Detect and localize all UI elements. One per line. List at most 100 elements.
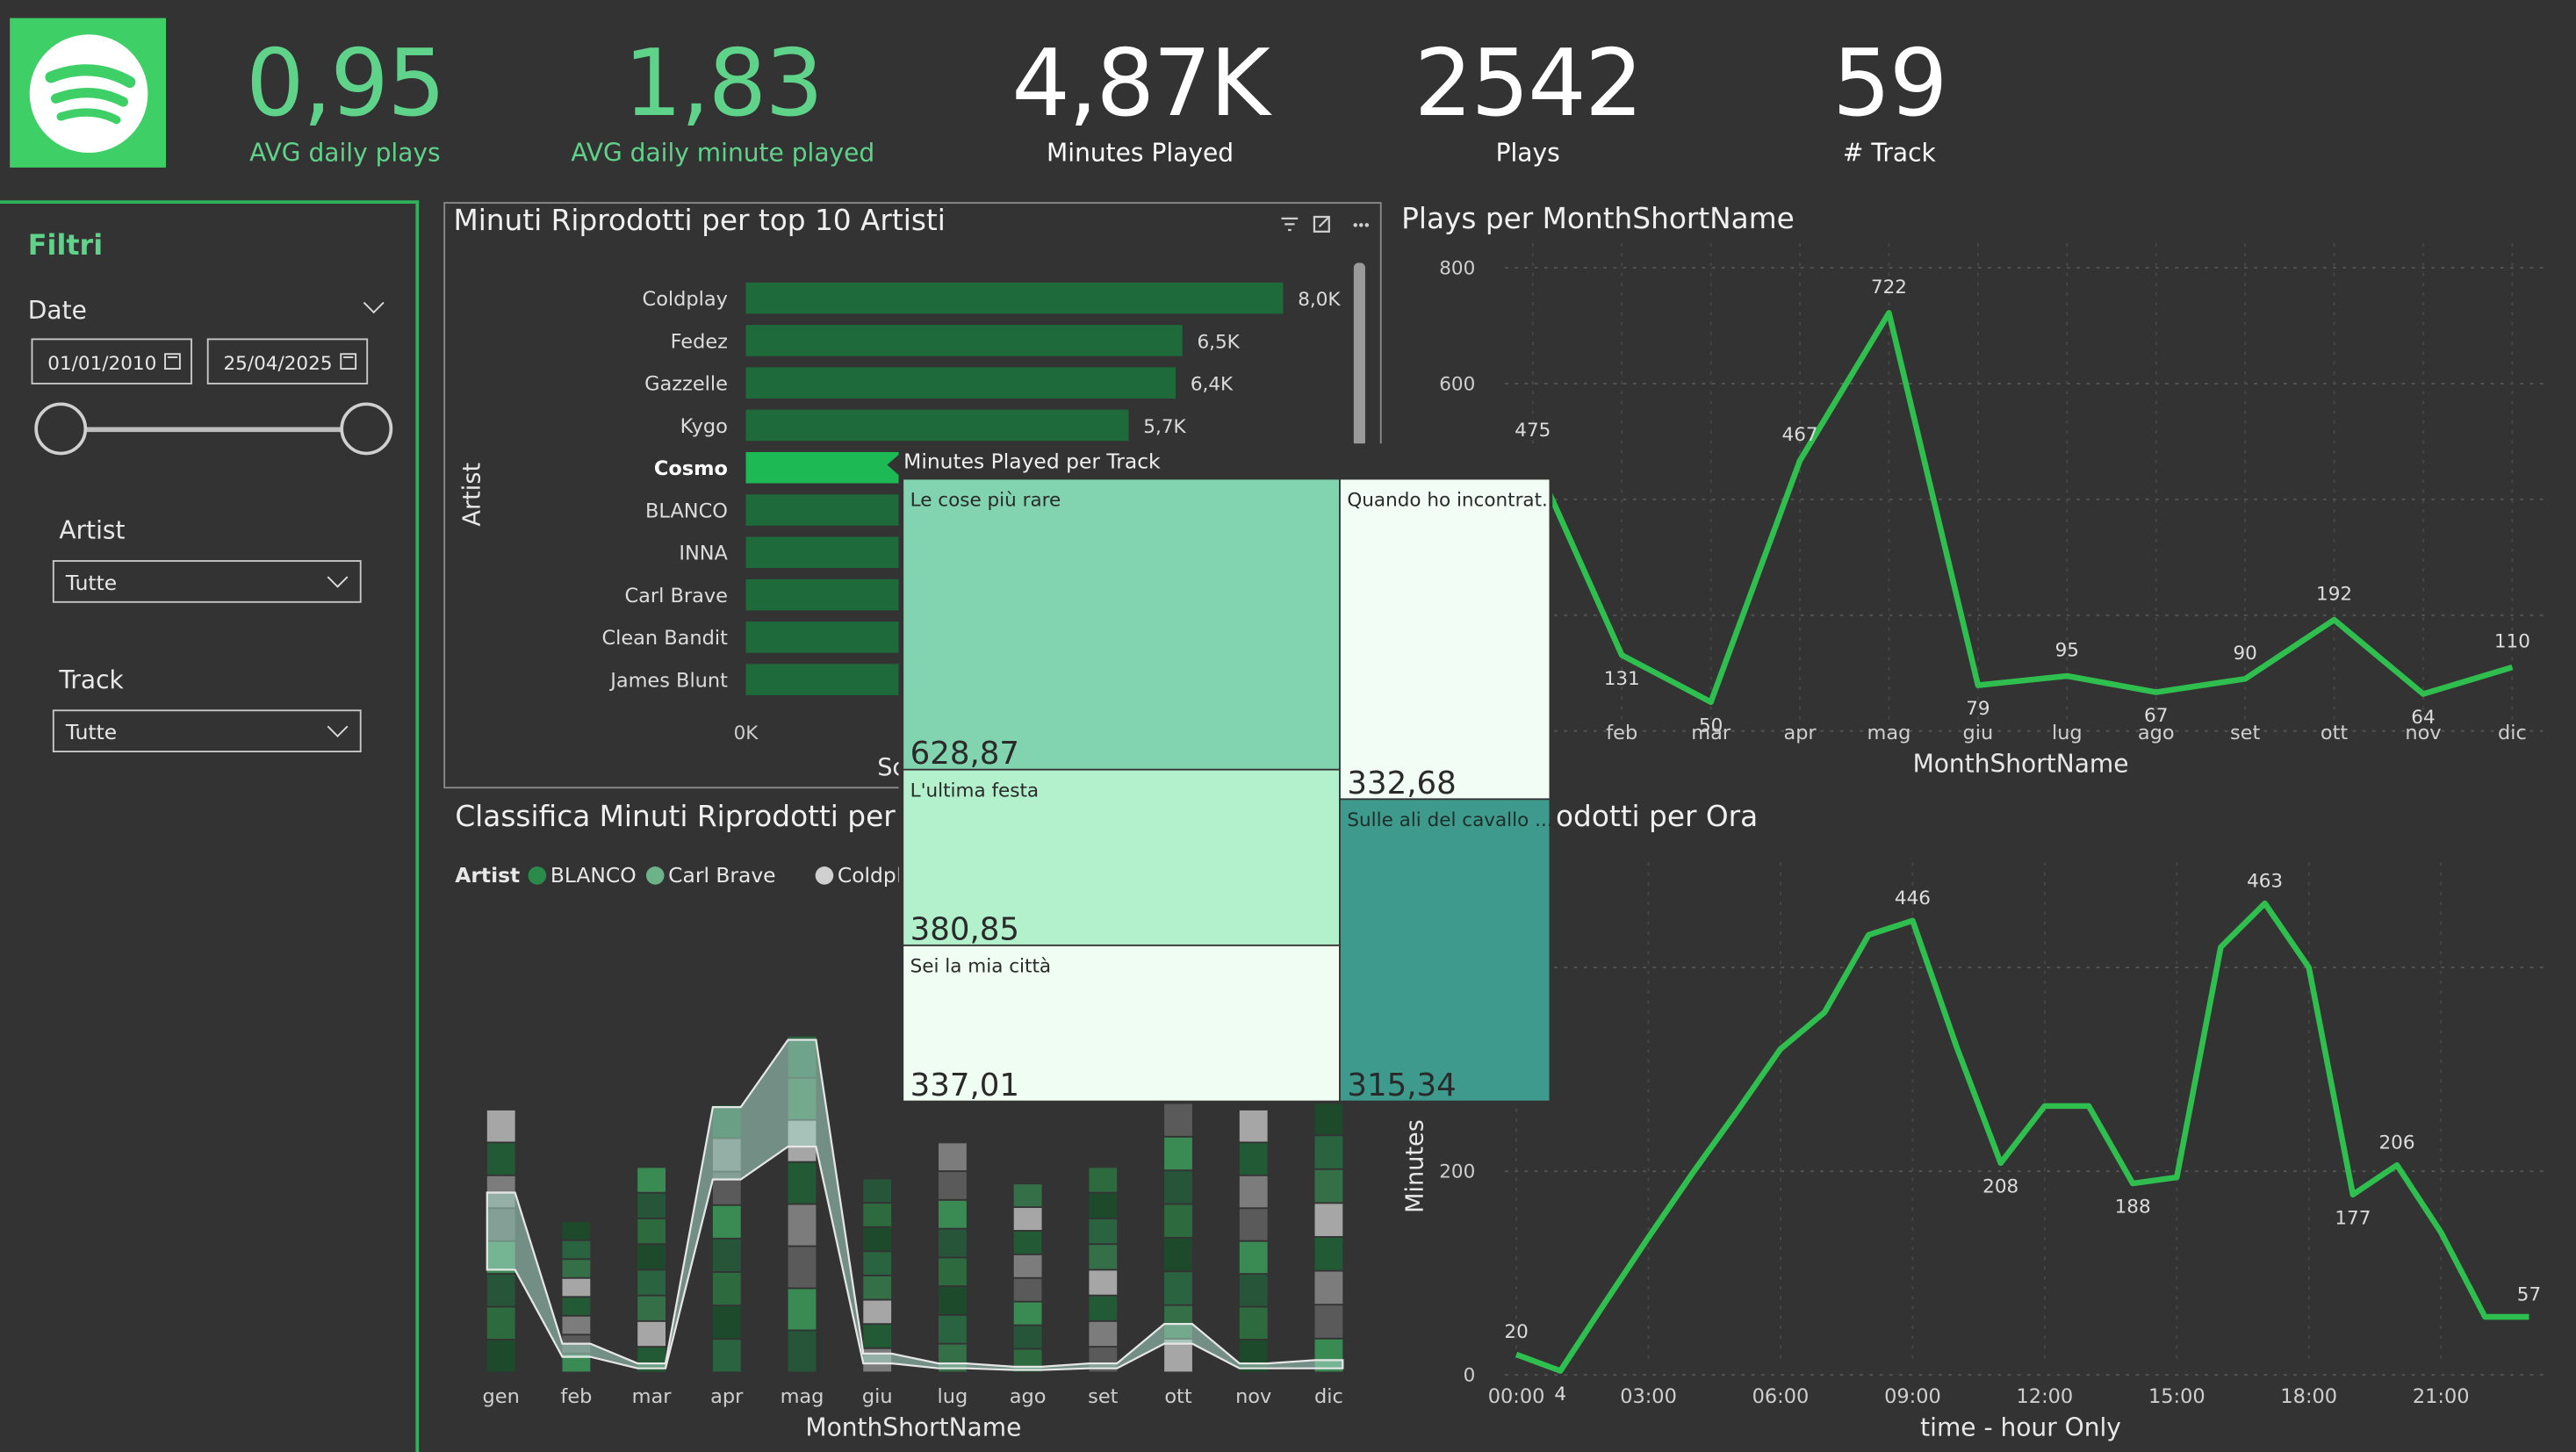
date-range-end-handle[interactable]: [340, 402, 393, 456]
kpi-avg-daily-plays-value: 0,95: [246, 31, 446, 139]
ribbon-bar-segment: [1239, 1110, 1268, 1142]
ribbon-bar-segment: [637, 1218, 666, 1244]
treemap-tile: [1340, 800, 1550, 1101]
treemap-tile-value: 380,85: [910, 911, 1019, 947]
hour-x-tick: 06:00: [1752, 1385, 1810, 1408]
month-data-label: 467: [1782, 424, 1818, 446]
month-y-tick: 800: [1439, 257, 1475, 279]
ribbon-bar-segment: [939, 1172, 967, 1199]
hour-x-tick: 18:00: [2280, 1385, 2337, 1408]
hour-y-axis-title: Minutes: [1401, 1119, 1428, 1213]
bar-category-label: Kygo: [680, 415, 728, 438]
ribbon-bar-segment: [1164, 1171, 1192, 1204]
ribbon-bar-segment: [1164, 1137, 1192, 1170]
bar-x-tick: 0K: [734, 722, 759, 744]
ribbon-bar-segment: [486, 1110, 515, 1142]
date-range-track: [59, 427, 369, 433]
bar-category-label: Carl Brave: [624, 585, 727, 607]
month-x-axis-title: MonthShortName: [1913, 749, 2129, 778]
ribbon-bar-segment: [1314, 1204, 1343, 1237]
treemap-tile-value: 628,87: [910, 736, 1019, 772]
ribbon-bar-segment: [1239, 1275, 1268, 1306]
month-data-label: 95: [2055, 640, 2079, 662]
month-x-tick: dic: [2498, 722, 2527, 744]
ribbon-bar-segment: [863, 1300, 892, 1324]
ribbon-bar-segment: [1089, 1245, 1118, 1269]
ribbon-x-tick: nov: [1235, 1385, 1271, 1408]
ribbon-bar-segment: [1164, 1272, 1192, 1305]
ribbon-bar-segment: [1239, 1209, 1268, 1240]
ribbon-bar-segment: [1164, 1103, 1192, 1136]
ribbon-x-tick: mar: [632, 1385, 673, 1408]
artist-dropdown[interactable]: Tutte: [52, 560, 362, 603]
chevron-down-icon: [327, 716, 349, 737]
ribbon-bar-segment: [637, 1245, 666, 1269]
track-dropdown[interactable]: Tutte: [52, 709, 362, 752]
ribbon-x-tick: mag: [781, 1385, 824, 1408]
ribbon-bar-segment: [637, 1321, 666, 1347]
treemap-tile-label: Quando ho incontrat...: [1347, 489, 1552, 511]
ribbon-bar-segment: [788, 1247, 817, 1288]
bar-category-label: BLANCO: [645, 500, 728, 522]
treemap-tile-label: Le cose più rare: [910, 489, 1061, 511]
date-from-input[interactable]: 01/01/2010: [31, 338, 192, 385]
ribbon-bar-segment: [562, 1316, 591, 1334]
bar-y-axis-title: Artist: [458, 463, 486, 527]
date-to-value: 25/04/2025: [223, 351, 333, 375]
month-data-label: 131: [1604, 668, 1640, 690]
hour-x-tick: 21:00: [2413, 1385, 2470, 1408]
ribbon-legend-marker: [815, 866, 834, 885]
bar-mark: [745, 325, 1183, 356]
hour-data-label: 463: [2247, 870, 2283, 892]
bar-mark: [745, 409, 1129, 442]
ribbon-bar-segment: [1314, 1136, 1343, 1168]
ribbon-bar-segment: [863, 1252, 892, 1276]
ribbon-bar-segment: [1239, 1241, 1268, 1274]
artist-filter-label: Artist: [59, 515, 126, 546]
ribbon-x-tick: gen: [483, 1385, 520, 1408]
month-x-tick: nov: [2405, 722, 2441, 744]
month-data-label: 110: [2494, 631, 2530, 653]
track-dropdown-value: Tutte: [65, 719, 118, 744]
treemap-tile-value: 315,34: [1347, 1067, 1456, 1103]
calendar-icon[interactable]: [340, 353, 357, 370]
ribbon-legend-marker: [645, 866, 665, 885]
month-data-label: 475: [1515, 420, 1551, 442]
month-x-tick: apr: [1783, 722, 1817, 744]
ribbon-bar-segment: [1239, 1143, 1268, 1175]
date-range-start-handle[interactable]: [34, 402, 88, 456]
hour-y-tick: 0: [1464, 1365, 1476, 1387]
minutes-per-hour-chart: 0 200 Minutes 20 4 446 208 188 463 177 206 57 00:00 0…: [1401, 862, 2544, 1441]
chevron-down-icon: [327, 566, 349, 588]
plays-per-month-title: Plays per MonthShortName: [1401, 204, 1795, 237]
ribbon-bar-segment: [1013, 1184, 1042, 1207]
kpi-plays-label: Plays: [1495, 138, 1560, 168]
ribbon-bar-segment: [1013, 1208, 1042, 1231]
ribbon-bar-segment: [863, 1276, 892, 1299]
ribbon-bar-segment: [1164, 1238, 1192, 1271]
bar-data-label: 5,7K: [1143, 416, 1186, 438]
treemap-tile-value: 332,68: [1347, 766, 1456, 801]
kpi-track-count-value: 59: [1832, 31, 1947, 139]
ribbon-bar-segment: [1013, 1278, 1042, 1301]
date-to-input[interactable]: 25/04/2025: [206, 338, 369, 385]
ribbon-bar-segment: [712, 1340, 741, 1372]
kpi-minutes-played-value: 4,87K: [1011, 31, 1270, 139]
month-data-label: 722: [1871, 277, 1907, 298]
ribbon-bar-segment: [939, 1258, 967, 1286]
date-filter-collapse-icon[interactable]: [363, 292, 385, 314]
ribbon-x-tick: set: [1088, 1385, 1118, 1408]
ribbon-bar-segment: [863, 1227, 892, 1251]
hour-x-tick: 12:00: [2017, 1385, 2074, 1408]
ribbon-bar-segment: [1239, 1175, 1268, 1208]
ribbon-bar-segment: [712, 1239, 741, 1272]
date-from-value: 01/01/2010: [47, 351, 157, 375]
ribbon-x-tick: lug: [938, 1385, 968, 1408]
calendar-icon[interactable]: [164, 353, 181, 370]
treemap-tile-label: L'ultima festa: [910, 780, 1039, 802]
ribbon-bar-segment: [562, 1278, 591, 1297]
ribbon-bar-segment: [788, 1331, 817, 1372]
bar-category-label: Cosmo: [654, 457, 728, 480]
ribbon-bar-segment: [712, 1272, 741, 1305]
month-x-tick: ago: [2138, 722, 2175, 744]
